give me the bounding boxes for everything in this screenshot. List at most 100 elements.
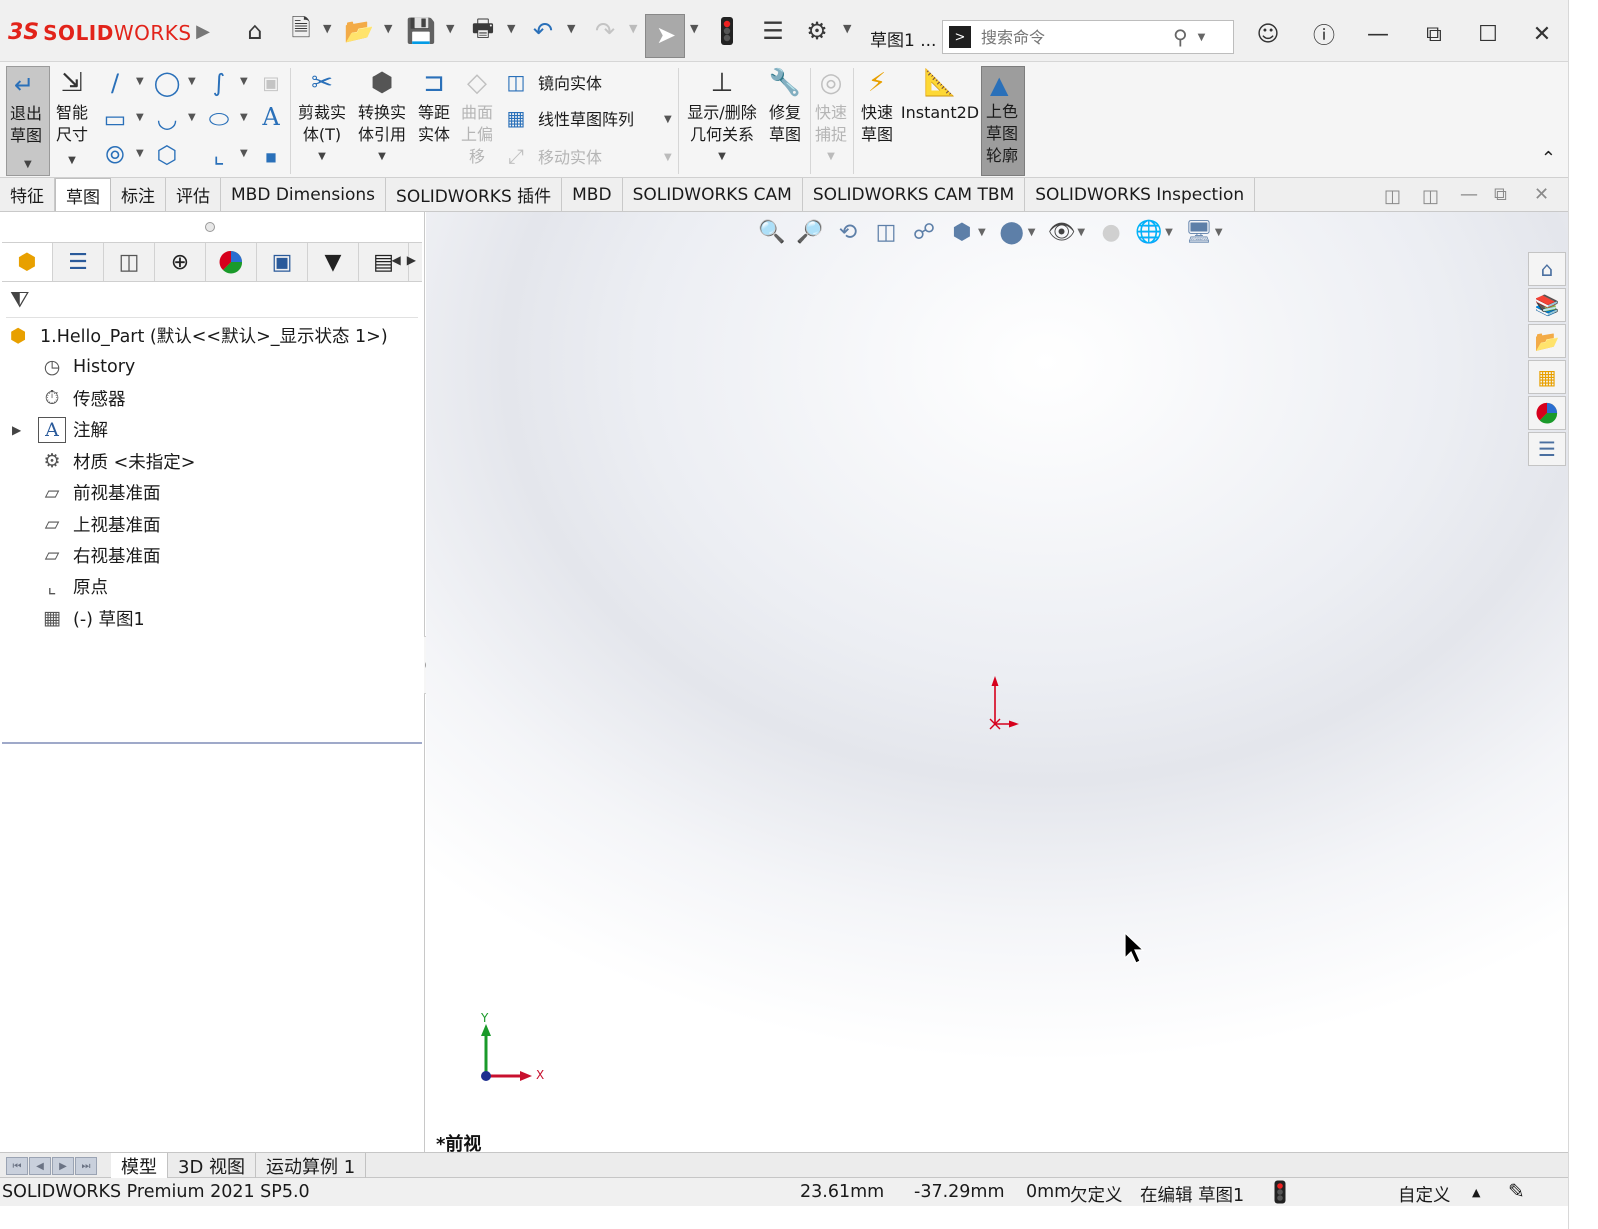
rebuild-status-icon[interactable] bbox=[1274, 1180, 1286, 1209]
polygon-icon[interactable]: ⬡ bbox=[152, 140, 182, 170]
command-search-input[interactable] bbox=[981, 27, 1181, 47]
command-tab[interactable]: SOLIDWORKS CAM bbox=[623, 178, 803, 211]
exit-sketch-button[interactable]: ↵ 退出 草图 ▼ bbox=[6, 66, 50, 176]
display-relations-button[interactable]: ⊥ 显示/删除 几何关系 ▼ bbox=[684, 66, 760, 168]
tree-item[interactable]: ⌞ 原点 bbox=[0, 571, 425, 602]
bottom-tab[interactable]: 3D 视图 bbox=[168, 1153, 257, 1178]
configuration-manager-tab-icon[interactable]: ◫ bbox=[104, 243, 155, 281]
last-tab-icon[interactable]: ⏭ bbox=[75, 1157, 97, 1175]
convert-entities-button[interactable]: ⬢ 转换实 体引用 ▼ bbox=[356, 66, 408, 168]
tile-right-icon[interactable]: ◫ bbox=[1422, 186, 1439, 207]
apply-scene-dropdown-icon[interactable]: ▼ bbox=[1165, 227, 1173, 238]
new-document-icon[interactable]: 🗎 bbox=[284, 14, 318, 48]
circle-dropdown-icon[interactable]: ▼ bbox=[188, 76, 196, 87]
convert-dropdown-icon[interactable]: ▼ bbox=[378, 146, 386, 168]
tree-item[interactable]: ▦ (-) 草图1 bbox=[0, 603, 425, 634]
rollback-bar[interactable] bbox=[2, 742, 422, 744]
minimize-icon[interactable]: — bbox=[1358, 14, 1398, 54]
slot-dropdown-icon[interactable]: ▼ bbox=[136, 148, 144, 159]
tile-left-icon[interactable]: ◫ bbox=[1384, 186, 1401, 207]
collapse-ribbon-icon[interactable]: ⌃ bbox=[1541, 148, 1556, 169]
command-tab[interactable]: 标注 bbox=[111, 178, 166, 211]
fillet-dropdown-icon[interactable]: ▼ bbox=[240, 148, 248, 159]
command-tab[interactable]: MBD Dimensions bbox=[221, 178, 387, 211]
first-tab-icon[interactable]: ⏮ bbox=[6, 1157, 28, 1175]
sketch-origin-icon[interactable] bbox=[981, 674, 1021, 734]
zoom-to-area-icon[interactable]: 🔎 bbox=[794, 216, 826, 248]
surface-sketch-icon[interactable]: ▣ bbox=[256, 68, 286, 98]
apply-scene-icon[interactable]: 🌐 bbox=[1133, 216, 1165, 248]
line-dropdown-icon[interactable]: ▼ bbox=[136, 76, 144, 87]
view-palette-icon[interactable]: ▦ bbox=[1528, 360, 1566, 394]
filter-icon[interactable]: ⧨ bbox=[10, 288, 30, 313]
circle-icon[interactable]: ◯ bbox=[152, 68, 182, 98]
smart-dimension-dropdown-icon[interactable]: ▼ bbox=[68, 150, 76, 172]
arc-dropdown-icon[interactable]: ▼ bbox=[188, 112, 196, 123]
redo-icon[interactable]: ↷ bbox=[588, 14, 622, 48]
move-entities-button[interactable]: ⤢ 移动实体 bbox=[502, 144, 602, 168]
trim-dropdown-icon[interactable]: ▼ bbox=[318, 146, 326, 168]
command-tab[interactable]: 特征 bbox=[0, 178, 55, 211]
next-tab-icon[interactable]: ▶ bbox=[52, 1157, 74, 1175]
shaded-sketch-contours-button[interactable]: ▲ 上色 草图 轮廓 bbox=[981, 66, 1025, 176]
open-dropdown-icon[interactable]: ▼ bbox=[384, 22, 392, 35]
view-settings-icon[interactable]: 🖥 bbox=[1183, 216, 1215, 248]
graphics-area[interactable]: 🔍 🔎 ⟲ ◫ ☍ ⬢ ▼ ⬤ ▼ 👁 ▼ ● 🌐 ▼ 🖥 ▼ Y X *前视 bbox=[426, 212, 1568, 1155]
quick-tips-icon[interactable]: ✎ bbox=[1508, 1179, 1525, 1203]
search-icon[interactable]: ⚲ bbox=[1173, 25, 1188, 49]
expand-menu-icon[interactable]: ▶ bbox=[186, 14, 220, 48]
doc-minimize-icon[interactable]: — bbox=[1460, 184, 1478, 205]
select-dropdown-icon[interactable]: ▼ bbox=[690, 22, 698, 35]
user-account-icon[interactable]: ☺ bbox=[1248, 14, 1288, 54]
previous-tab-icon[interactable]: ◀ bbox=[29, 1157, 51, 1175]
cam-operation-tree-tab-icon[interactable]: ▼ bbox=[308, 243, 359, 281]
tree-item[interactable]: ▱ 前视基准面 bbox=[0, 477, 425, 508]
save-dropdown-icon[interactable]: ▼ bbox=[446, 22, 454, 35]
slot-icon[interactable]: ⦾ bbox=[100, 140, 130, 170]
restore-window-icon[interactable]: ⧉ bbox=[1414, 14, 1454, 54]
file-explorer-icon[interactable]: 📂 bbox=[1528, 324, 1566, 358]
text-icon[interactable]: A bbox=[256, 102, 286, 132]
undo-dropdown-icon[interactable]: ▼ bbox=[567, 22, 575, 35]
appearance-manager-tab-icon[interactable] bbox=[206, 243, 257, 281]
command-search-box[interactable]: > ⚲ ▼ bbox=[942, 20, 1234, 54]
smart-dimension-button[interactable]: ⇲ 智能 尺寸 ▼ bbox=[54, 66, 90, 172]
print-icon[interactable]: 🖶 bbox=[466, 14, 500, 48]
editing-status[interactable]: 在编辑 草图1 bbox=[1140, 1182, 1244, 1207]
save-icon[interactable]: 💾 bbox=[404, 14, 438, 48]
feature-manager-tab-icon[interactable]: ⬢ bbox=[2, 243, 53, 281]
solidworks-resources-icon[interactable]: ⌂ bbox=[1528, 252, 1566, 286]
rapid-sketch-button[interactable]: ⚡ 快速 草图 bbox=[858, 66, 896, 146]
repair-sketch-button[interactable]: 🔧 修复 草图 bbox=[766, 66, 804, 146]
panel-collapse-handle[interactable] bbox=[205, 222, 215, 232]
display-style-icon[interactable]: ⬤ bbox=[996, 216, 1028, 248]
undo-icon[interactable]: ↶ bbox=[526, 14, 560, 48]
relations-dropdown-icon[interactable]: ▼ bbox=[718, 146, 726, 168]
close-icon[interactable]: ✕ bbox=[1522, 14, 1562, 54]
open-icon[interactable]: 📂 bbox=[342, 14, 376, 48]
section-view-icon[interactable]: ◫ bbox=[870, 216, 902, 248]
ellipse-dropdown-icon[interactable]: ▼ bbox=[240, 112, 248, 123]
quick-snaps-button[interactable]: ◎ 快速 捕捉 ▼ bbox=[813, 66, 849, 168]
cam-feature-tree-tab-icon[interactable]: ▣ bbox=[257, 243, 308, 281]
move-dropdown-icon[interactable]: ▼ bbox=[664, 152, 672, 163]
solidworks-logo[interactable]: 3S SOLIDWORKS bbox=[8, 20, 192, 45]
tree-root-part[interactable]: ⬢ 1.Hello_Part (默认<<默认>_显示状态 1>) bbox=[0, 320, 425, 351]
bottom-tab[interactable]: 运动算例 1 bbox=[256, 1153, 367, 1178]
dimxpert-manager-tab-icon[interactable]: ⊕ bbox=[155, 243, 206, 281]
property-manager-tab-icon[interactable]: ☰ bbox=[53, 243, 104, 281]
appearances-scenes-icon[interactable] bbox=[1528, 396, 1566, 430]
unit-system-dropdown-icon[interactable]: ▲ bbox=[1472, 1186, 1480, 1199]
tree-item[interactable]: ▱ 右视基准面 bbox=[0, 540, 425, 571]
reference-triad[interactable]: Y X bbox=[470, 1010, 560, 1090]
file-properties-icon[interactable]: ☰ bbox=[756, 14, 790, 48]
dynamic-annotation-icon[interactable]: ☍ bbox=[908, 216, 940, 248]
point-icon[interactable]: ■ bbox=[256, 142, 286, 172]
spline-dropdown-icon[interactable]: ▼ bbox=[240, 76, 248, 87]
new-dropdown-icon[interactable]: ▼ bbox=[323, 22, 331, 35]
previous-view-icon[interactable]: ⟲ bbox=[832, 216, 864, 248]
edit-appearance-icon[interactable]: ● bbox=[1095, 216, 1127, 248]
instant2d-button[interactable]: 📐 Instant2D bbox=[901, 66, 979, 124]
bottom-tab[interactable]: 模型 bbox=[111, 1153, 168, 1178]
command-tab[interactable]: 草图 bbox=[55, 178, 111, 211]
